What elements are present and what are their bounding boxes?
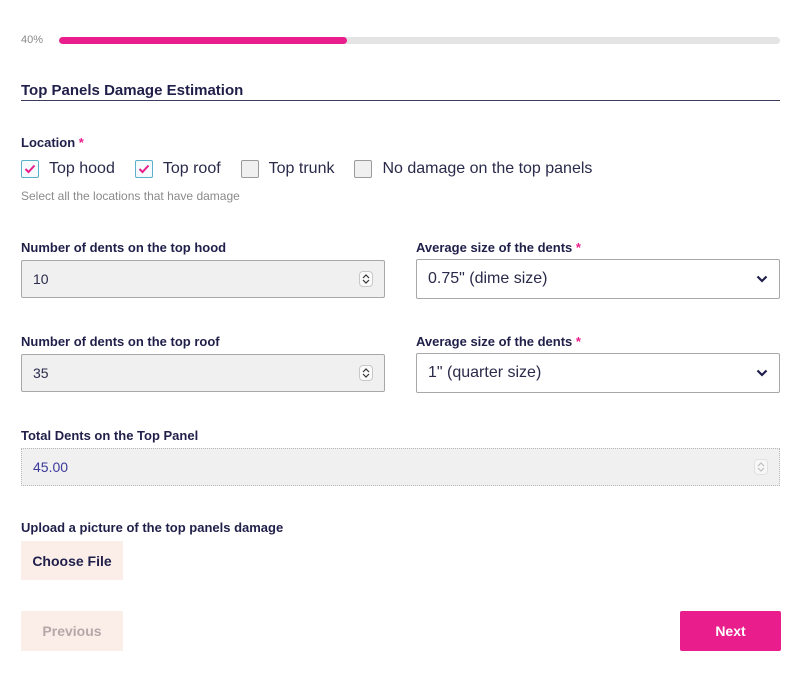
checkbox-label: No damage on the top panels — [382, 160, 593, 177]
checkbox-top-roof[interactable]: Top roof — [134, 160, 221, 178]
location-checkbox-group: Top hood Top roof Top trunk No damage on… — [21, 160, 612, 178]
roof-dent-size-value: 1" (quarter size) — [428, 364, 542, 381]
location-label: Location * — [21, 135, 84, 150]
checkbox-label: Top trunk — [268, 160, 335, 177]
choose-file-button[interactable]: Choose File — [21, 541, 123, 580]
spinner-arrows-icon — [754, 459, 768, 475]
total-dents-label: Total Dents on the Top Panel — [21, 428, 199, 443]
hood-size-label-text: Average size of the dents — [416, 240, 573, 255]
total-dents-value: 45.00 — [33, 459, 69, 475]
chevron-down-icon — [756, 270, 768, 288]
roof-dent-count-value: 35 — [33, 365, 49, 381]
hood-dent-size-select[interactable]: 0.75" (dime size) — [416, 259, 780, 299]
total-dents-field: 45.00 — [21, 448, 780, 486]
checkmark-icon — [24, 164, 36, 174]
section-divider — [21, 100, 780, 101]
previous-button[interactable]: Previous — [21, 611, 123, 651]
checkbox-top-trunk[interactable]: Top trunk — [240, 160, 335, 178]
roof-count-label: Number of dents on the top roof — [21, 334, 220, 349]
spinner-arrows-icon[interactable] — [359, 365, 373, 381]
roof-dent-size-select[interactable]: 1" (quarter size) — [416, 353, 780, 393]
progress-bar-fill — [59, 37, 348, 44]
location-label-text: Location — [21, 135, 76, 150]
progress-percent: 40% — [21, 34, 44, 46]
hood-count-label: Number of dents on the top hood — [21, 240, 227, 255]
checkbox-label: Top hood — [49, 160, 115, 177]
checkbox-top-hood[interactable]: Top hood — [21, 160, 115, 178]
upload-label: Upload a picture of the top panels damag… — [21, 520, 284, 535]
section-title: Top Panels Damage Estimation — [21, 82, 244, 99]
checkbox-box[interactable] — [134, 160, 153, 178]
roof-size-label-text: Average size of the dents — [416, 334, 573, 349]
required-asterisk: * — [575, 334, 581, 349]
chevron-down-icon — [756, 364, 768, 382]
roof-size-label: Average size of the dents * — [416, 334, 581, 349]
checkbox-box[interactable] — [240, 160, 259, 178]
checkbox-box[interactable] — [354, 160, 373, 178]
hood-dent-count-value: 10 — [33, 271, 49, 287]
next-button[interactable]: Next — [680, 611, 781, 651]
roof-dent-count-input[interactable]: 35 — [21, 354, 385, 392]
hood-size-label: Average size of the dents * — [416, 240, 581, 255]
checkbox-label: Top roof — [162, 160, 221, 177]
hood-dent-count-input[interactable]: 10 — [21, 260, 385, 298]
checkbox-no-damage[interactable]: No damage on the top panels — [354, 160, 592, 178]
spinner-arrows-icon[interactable] — [359, 271, 373, 287]
progress-bar — [59, 37, 780, 44]
location-hint: Select all the locations that have damag… — [21, 189, 240, 203]
checkmark-icon — [138, 164, 150, 174]
hood-dent-size-value: 0.75" (dime size) — [428, 270, 548, 287]
required-asterisk: * — [78, 135, 84, 150]
checkbox-box[interactable] — [21, 160, 39, 178]
required-asterisk: * — [575, 240, 581, 255]
